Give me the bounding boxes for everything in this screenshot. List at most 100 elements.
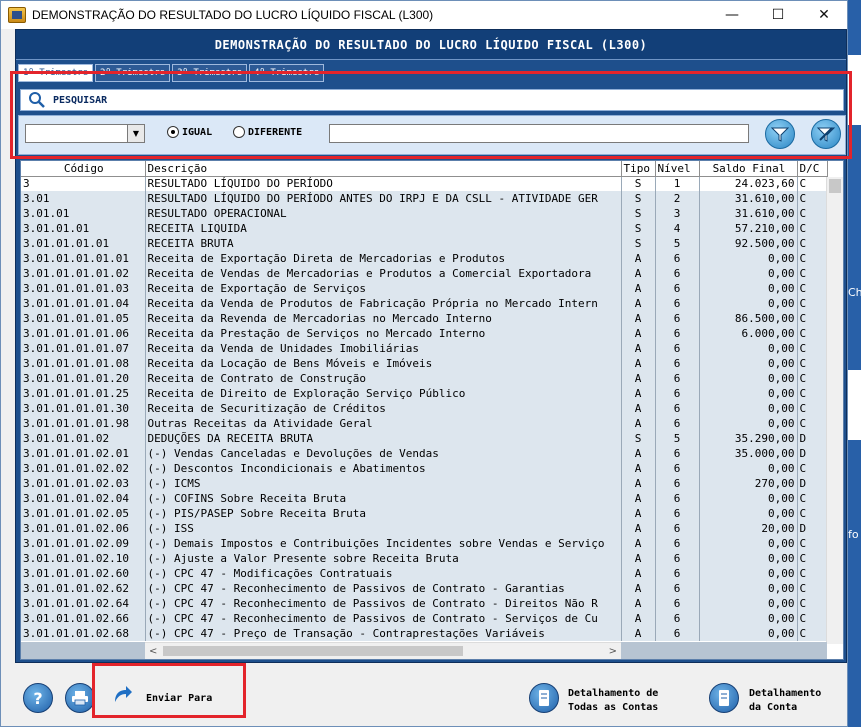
cell-type: A: [621, 266, 656, 281]
column-header-description[interactable]: Descrição: [145, 161, 622, 177]
table-row[interactable]: 3.01.01.01.02.09 (-) Demais Impostos e Co…: [21, 536, 828, 551]
table-row[interactable]: 3.01.01.01.01.02 Receita de Vendas de Mer…: [21, 266, 828, 281]
tab-quarter-3[interactable]: 3º Trimestre: [172, 64, 248, 82]
cell-balance: 0,00: [699, 386, 798, 401]
radio-equal[interactable]: IGUAL: [167, 126, 212, 138]
scroll-right-icon[interactable]: >: [609, 646, 617, 657]
cell-level: 6: [655, 611, 700, 626]
column-header-balance[interactable]: Saldo Final: [699, 161, 798, 177]
cell-description: Receita de Exportação de Serviços: [145, 281, 622, 296]
table-row[interactable]: 3.01.01.01.01.07 Receita da Venda de Unid…: [21, 341, 828, 356]
column-header-code[interactable]: Código: [21, 161, 146, 177]
cell-description: Receita da Revenda de Mercadorias no Mer…: [145, 311, 622, 326]
radio-different-dot[interactable]: [233, 126, 245, 138]
send-button[interactable]: Enviar Para: [146, 692, 212, 706]
detail-account-button[interactable]: [709, 683, 739, 713]
tab-quarter-4[interactable]: 4º Trimestre: [249, 64, 325, 82]
table-row[interactable]: 3.01.01.01.01.01 Receita de Exportação Di…: [21, 251, 828, 266]
table-row[interactable]: 3.01.01.01.01.30 Receita de Securitização…: [21, 401, 828, 416]
cell-code: 3.01.01.01.02.04: [21, 491, 146, 506]
table-row[interactable]: 3.01.01.01.02.60 (-) CPC 47 - Modificaçõe…: [21, 566, 828, 581]
table-row[interactable]: 3.01.01.01.02.66 (-) CPC 47 - Reconhecime…: [21, 611, 828, 626]
cell-balance: 0,00: [699, 581, 798, 596]
column-header-dc[interactable]: D/C: [797, 161, 828, 177]
tab-quarter-1[interactable]: 1º Trimestre: [18, 64, 94, 82]
table-row[interactable]: 3.01.01.01.02.02 (-) Descontos Incondicio…: [21, 461, 828, 476]
table-row[interactable]: 3.01.01.01.01.04 Receita da Venda de Prod…: [21, 296, 828, 311]
cell-balance: 57.210,00: [699, 221, 798, 236]
background-text: fo: [848, 528, 859, 541]
print-button[interactable]: [65, 683, 95, 713]
cell-dc: C: [797, 596, 828, 611]
maximize-button[interactable]: ☐: [755, 1, 801, 29]
detail-account-label[interactable]: Detalhamento da Conta: [749, 687, 821, 715]
table-row[interactable]: 3 RESULTADO LÍQUIDO DO PERÍODO S 1 24.023,60…: [21, 176, 828, 191]
table-row[interactable]: 3.01.01.01.01.06 Receita da Prestação de …: [21, 326, 828, 341]
clear-filter-button[interactable]: [811, 119, 841, 149]
table-row[interactable]: 3.01.01.01.01.03 Receita de Exportação de…: [21, 281, 828, 296]
window-title: DEMONSTRAÇÃO DO RESULTADO DO LUCRO LÍQUI…: [32, 8, 434, 22]
chevron-down-icon[interactable]: ▼: [127, 125, 144, 142]
help-button[interactable]: ?: [23, 683, 53, 713]
cell-type: A: [621, 386, 656, 401]
send-icon[interactable]: [112, 683, 134, 705]
cell-code: 3.01.01.01.01.01: [21, 251, 146, 266]
table-row[interactable]: 3.01.01.01.02.04 (-) COFINS Sobre Receita…: [21, 491, 828, 506]
column-header-level[interactable]: Nível: [655, 161, 700, 177]
table-row[interactable]: 3.01.01.01.02.03 (-) ICMS A 6 270,00 D: [21, 476, 828, 491]
table-row[interactable]: 3.01.01.01 RECEITA LIQUIDA S 4 57.210,00 C: [21, 221, 828, 236]
table-row[interactable]: 3.01.01.01.01.20 Receita de Contrato de C…: [21, 371, 828, 386]
close-button[interactable]: ✕: [801, 1, 847, 29]
cell-code: 3.01.01.01.01.30: [21, 401, 146, 416]
field-select[interactable]: ▼: [25, 124, 145, 143]
radio-equal-dot[interactable]: [167, 126, 179, 138]
table-row[interactable]: 3.01.01.01.02 DEDUÇÕES DA RECEITA BRUTA S 5…: [21, 431, 828, 446]
cell-level: 4: [655, 221, 700, 236]
table-row[interactable]: 3.01.01.01.01.05 Receita da Revenda de Me…: [21, 311, 828, 326]
table-row[interactable]: 3.01.01.01.02.06 (-) ISS A 6 20,00 D: [21, 521, 828, 536]
table-row[interactable]: 3.01.01.01.02.05 (-) PIS/PASEP Sobre Rece…: [21, 506, 828, 521]
cell-type: S: [621, 206, 656, 221]
filter-button[interactable]: [765, 119, 795, 149]
table-row[interactable]: 3.01.01.01.02.01 (-) Vendas Canceladas e …: [21, 446, 828, 461]
table-row[interactable]: 3.01.01.01.02.10 (-) Ajuste a Valor Prese…: [21, 551, 828, 566]
tab-quarter-2[interactable]: 2º Trimestre: [95, 64, 171, 82]
cell-balance: 0,00: [699, 296, 798, 311]
cell-description: Receita de Exportação Direta de Mercador…: [145, 251, 622, 266]
scroll-thumb[interactable]: [829, 179, 841, 193]
search-input[interactable]: [329, 124, 749, 143]
cell-level: 6: [655, 581, 700, 596]
minimize-button[interactable]: —: [709, 1, 755, 29]
table-row[interactable]: 3.01 RESULTADO LÍQUIDO DO PERÍODO ANTES D…: [21, 191, 828, 206]
detail-all-label[interactable]: Detalhamento de Todas as Contas: [568, 687, 658, 715]
cell-balance: 0,00: [699, 491, 798, 506]
accounts-grid[interactable]: Código Descrição Tipo Nível Saldo Final …: [20, 160, 844, 660]
cell-type: A: [621, 491, 656, 506]
cell-dc: C: [797, 491, 828, 506]
table-row[interactable]: 3.01.01 RESULTADO OPERACIONAL S 3 31.610,00 C: [21, 206, 828, 221]
column-header-type[interactable]: Tipo: [621, 161, 656, 177]
table-row[interactable]: 3.01.01.01.01.08 Receita da Locação de Be…: [21, 356, 828, 371]
table-row[interactable]: 3.01.01.01.02.64 (-) CPC 47 - Reconhecime…: [21, 596, 828, 611]
cell-level: 6: [655, 446, 700, 461]
radio-different[interactable]: DIFERENTE: [233, 126, 302, 138]
cell-level: 6: [655, 341, 700, 356]
table-row[interactable]: 3.01.01.01.02.68 (-) CPC 47 - Preço de Tr…: [21, 626, 828, 641]
table-row[interactable]: 3.01.01.01.01.98 Outras Receitas da Ativi…: [21, 416, 828, 431]
cell-level: 6: [655, 506, 700, 521]
cell-description: RESULTADO LÍQUIDO DO PERÍODO: [145, 176, 622, 191]
cell-type: A: [621, 461, 656, 476]
scroll-left-icon[interactable]: <: [149, 646, 157, 657]
cell-dc: C: [797, 371, 828, 386]
scroll-thumb[interactable]: [163, 646, 463, 656]
vertical-scrollbar[interactable]: [826, 177, 843, 644]
horizontal-scrollbar[interactable]: < >: [145, 642, 621, 659]
detail-all-button[interactable]: [529, 683, 559, 713]
cell-level: 6: [655, 266, 700, 281]
table-row[interactable]: 3.01.01.01.01 RECEITA BRUTA S 5 92.500,00 C: [21, 236, 828, 251]
cell-code: 3.01.01: [21, 206, 146, 221]
table-row[interactable]: 3.01.01.01.01.25 Receita de Direito de Ex…: [21, 386, 828, 401]
table-row[interactable]: 3.01.01.01.02.62 (-) CPC 47 - Reconhecime…: [21, 581, 828, 596]
cell-dc: D: [797, 431, 828, 446]
cell-level: 6: [655, 326, 700, 341]
